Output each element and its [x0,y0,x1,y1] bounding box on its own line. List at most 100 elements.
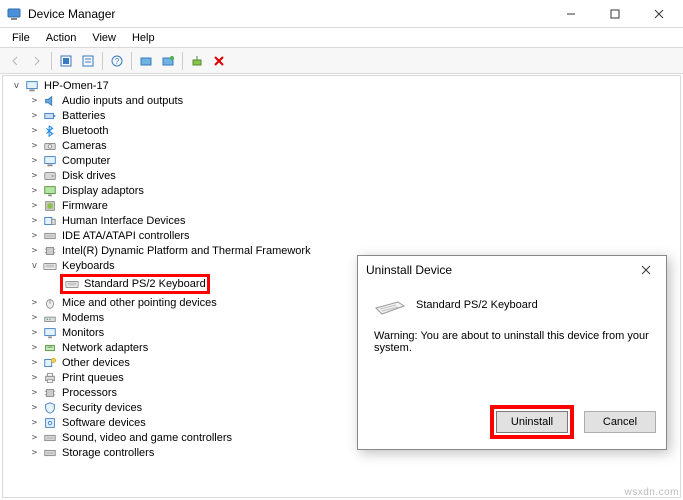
toolbar-separator [182,52,183,70]
expander-icon[interactable]: > [29,432,40,443]
nav-back-button[interactable] [4,50,26,72]
category-icon [42,244,58,258]
tree-category-label: IDE ATA/ATAPI controllers [62,230,190,242]
tree-category-label: Audio inputs and outputs [62,95,183,107]
watermark: wsxdn.com [624,487,679,498]
expander-icon[interactable]: > [29,312,40,323]
tree-root[interactable]: v HP-Omen-17 [7,78,676,93]
expander-icon[interactable]: > [29,402,40,413]
dialog-buttons: Uninstall Cancel [490,405,656,439]
toolbar-action-2[interactable] [77,50,99,72]
expander-icon[interactable]: > [29,125,40,136]
toolbar-scan-button[interactable] [135,50,157,72]
expander-icon[interactable]: v [11,80,22,91]
dialog-device-name: Standard PS/2 Keyboard [416,299,538,311]
expander-icon[interactable]: > [29,387,40,398]
tree-category[interactable]: >Computer [7,153,676,168]
menu-file[interactable]: File [4,30,38,46]
toolbar-enable-button[interactable] [186,50,208,72]
menu-view[interactable]: View [84,30,124,46]
category-icon [42,446,58,460]
dialog-warning-text: Warning: You are about to uninstall this… [374,330,650,354]
toolbar-update-button[interactable] [157,50,179,72]
expander-icon[interactable]: > [29,447,40,458]
tree-root-label: HP-Omen-17 [44,80,109,92]
maximize-button[interactable] [593,0,637,28]
category-icon [42,386,58,400]
expander-icon[interactable]: > [29,297,40,308]
tree-category-label: Print queues [62,372,124,384]
tree-category[interactable]: >Human Interface Devices [7,213,676,228]
expander-icon[interactable]: > [29,170,40,181]
expander-icon[interactable]: > [29,417,40,428]
tree-category[interactable]: > Bluetooth [7,123,676,138]
category-icon [42,416,58,430]
toolbar-separator [51,52,52,70]
window-title: Device Manager [28,7,549,21]
tree-category-label: Disk drives [62,170,116,182]
svg-text:?: ? [115,57,120,66]
cancel-button[interactable]: Cancel [584,411,656,433]
expander-icon[interactable]: > [29,357,40,368]
category-icon [42,431,58,445]
expander-icon[interactable]: > [29,215,40,226]
menu-action[interactable]: Action [38,30,85,46]
category-icon [42,154,58,168]
tree-category-label: Batteries [62,110,105,122]
expander-icon[interactable]: > [29,200,40,211]
keyboard-icon [42,259,58,273]
toolbar-uninstall-button[interactable] [208,50,230,72]
expander-icon[interactable]: > [29,342,40,353]
category-icon [42,184,58,198]
category-icon [42,139,58,153]
expander-icon[interactable]: > [29,372,40,383]
expander-icon[interactable]: > [29,140,40,151]
menu-bar: File Action View Help [0,28,683,48]
computer-icon [24,79,40,93]
dialog-title: Uninstall Device [366,263,634,277]
category-icon [42,199,58,213]
category-icon [42,169,58,183]
toolbar-separator [131,52,132,70]
category-icon [42,229,58,243]
tree-category-label: Firmware [62,200,108,212]
expander-icon[interactable]: v [29,260,40,271]
expander-icon[interactable]: > [29,95,40,106]
tree-category[interactable]: > Cameras [7,138,676,153]
tree-category-label: Software devices [62,417,146,429]
expander-icon[interactable]: > [29,110,40,121]
tree-category-label: Security devices [62,402,142,414]
close-button[interactable] [637,0,681,28]
category-icon [42,341,58,355]
tree-category-label: Bluetooth [62,125,108,137]
tree-category-label: Cameras [62,140,107,152]
toolbar-help-button[interactable]: ? [106,50,128,72]
menu-help[interactable]: Help [124,30,163,46]
highlight-annotation: Standard PS/2 Keyboard [60,274,210,294]
uninstall-button[interactable]: Uninstall [496,411,568,433]
minimize-button[interactable] [549,0,593,28]
nav-forward-button[interactable] [26,50,48,72]
window-controls [549,0,681,28]
expander-icon[interactable]: > [29,245,40,256]
toolbar-action-1[interactable] [55,50,77,72]
tree-category[interactable]: > Audio inputs and outputs [7,93,676,108]
tree-category[interactable]: > IDE ATA/ATAPI controllers [7,228,676,243]
expander-icon[interactable]: > [29,185,40,196]
tree-category[interactable]: > Disk drives [7,168,676,183]
tree-category-label: Sound, video and game controllers [62,432,232,444]
tree-category[interactable]: > Batteries [7,108,676,123]
toolbar-separator [102,52,103,70]
expander-icon[interactable]: > [29,230,40,241]
expander-icon[interactable]: > [29,327,40,338]
category-icon [42,401,58,415]
expander-icon[interactable]: > [29,155,40,166]
dialog-titlebar: Uninstall Device [358,256,666,284]
tree-category[interactable]: > Firmware [7,198,676,213]
category-icon [42,371,58,385]
dialog-close-button[interactable] [634,258,658,282]
category-icon [42,326,58,340]
category-icon [42,109,58,123]
tree-category[interactable]: >Display adaptors [7,183,676,198]
toolbar: ? [0,48,683,74]
